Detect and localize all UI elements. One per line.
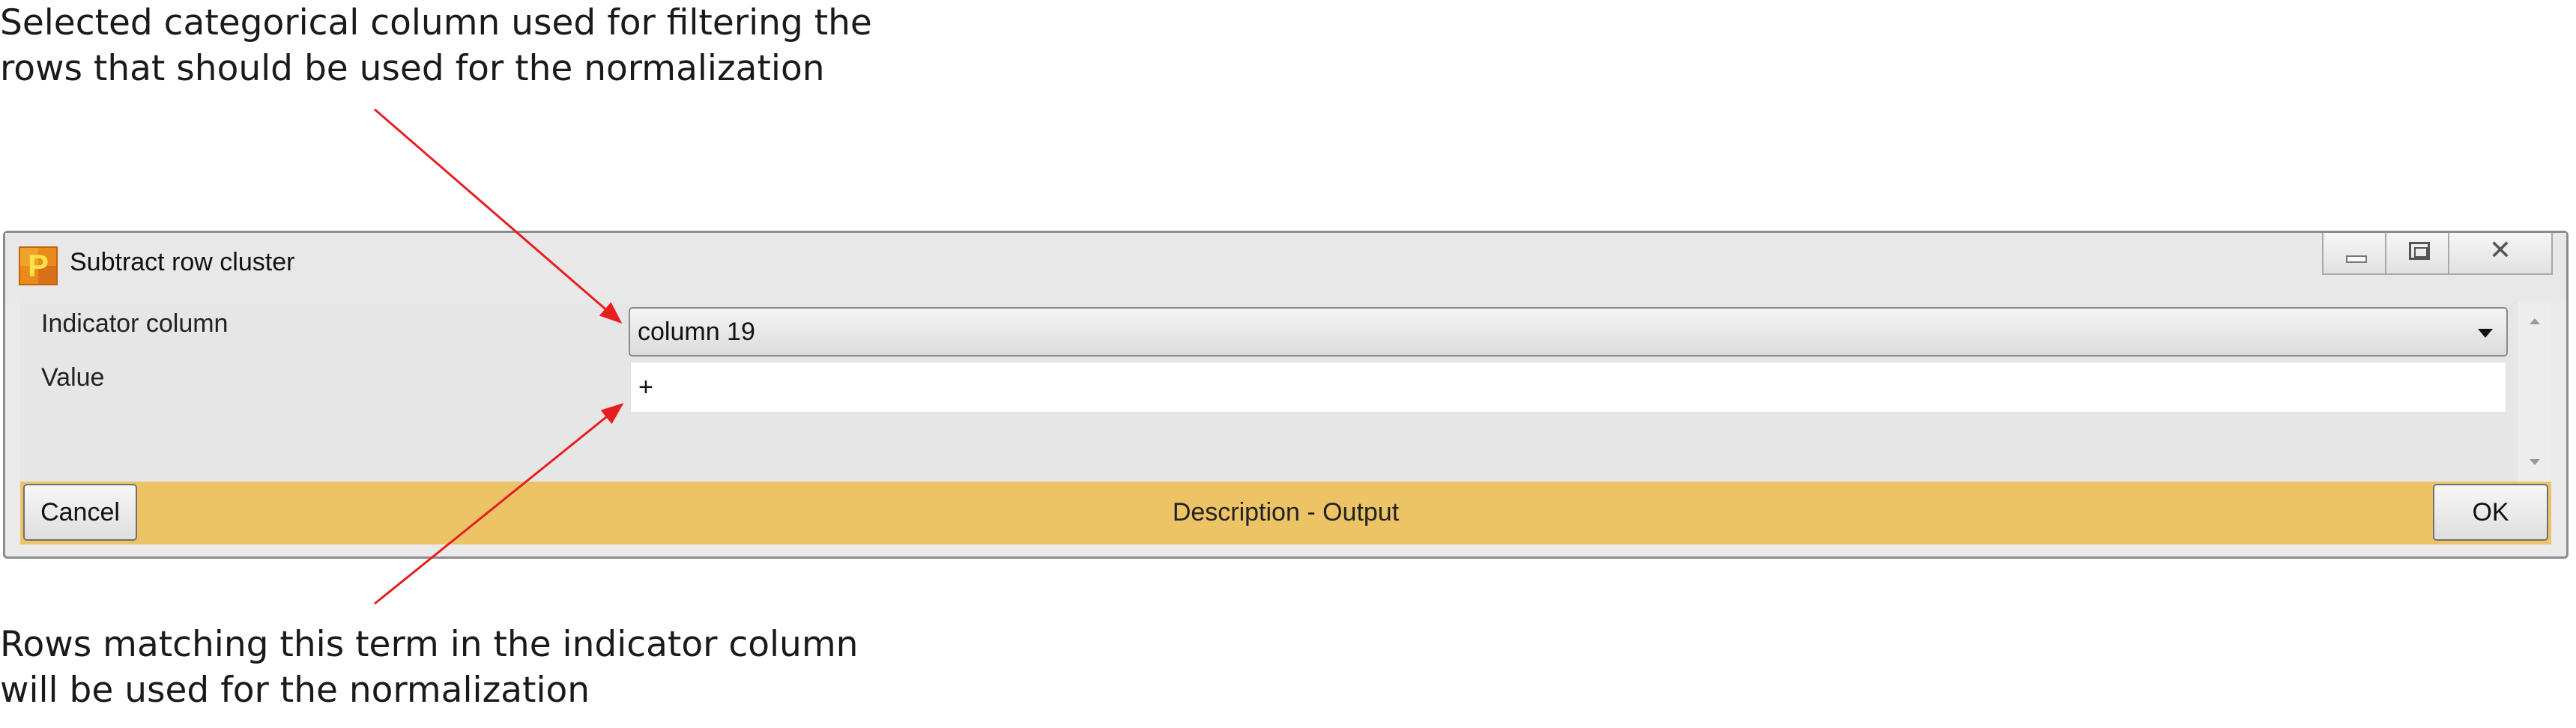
maximize-icon [2409,242,2430,260]
description-output-toggle[interactable]: Description - Output [20,498,2551,527]
annotation-value: Rows matching this term in the indicator… [0,622,858,713]
indicator-column-selected: column 19 [638,318,755,346]
title-bar[interactable]: P Subtract row cluster ✕ [5,233,2566,302]
close-icon: ✕ [2488,235,2512,266]
indicator-column-dropdown[interactable]: column 19 [629,307,2508,357]
perseus-app-icon: P [19,246,58,285]
maximize-button[interactable] [2385,233,2449,275]
footer-bar: Cancel Description - Output OK [20,482,2551,545]
ok-button[interactable]: OK [2433,484,2548,541]
annotation-line: will be used for the normalization [0,670,590,711]
annotation-line: Selected categorical column used for fil… [0,2,872,43]
parameter-panel: Indicator column column 19 Value [20,302,2518,482]
close-button[interactable]: ✕ [2448,233,2553,275]
vertical-scrollbar[interactable] [2518,302,2551,482]
indicator-column-label: Indicator column [41,309,229,338]
annotation-line: Rows matching this term in the indicator… [0,624,859,665]
value-label: Value [41,363,105,392]
value-input[interactable] [630,362,2506,413]
window-title: Subtract row cluster [70,248,295,276]
minimize-button[interactable] [2322,233,2386,275]
dropdown-arrow-icon [2478,329,2493,338]
scroll-down-icon[interactable] [2530,459,2540,465]
scroll-up-icon[interactable] [2530,318,2540,324]
dialog-window: P Subtract row cluster ✕ Indicator colum… [3,231,2569,559]
annotation-indicator-column: Selected categorical column used for fil… [0,0,872,91]
minimize-icon [2346,255,2367,263]
caption-buttons: ✕ [2322,233,2553,275]
annotation-line: rows that should be used for the normali… [0,48,825,89]
